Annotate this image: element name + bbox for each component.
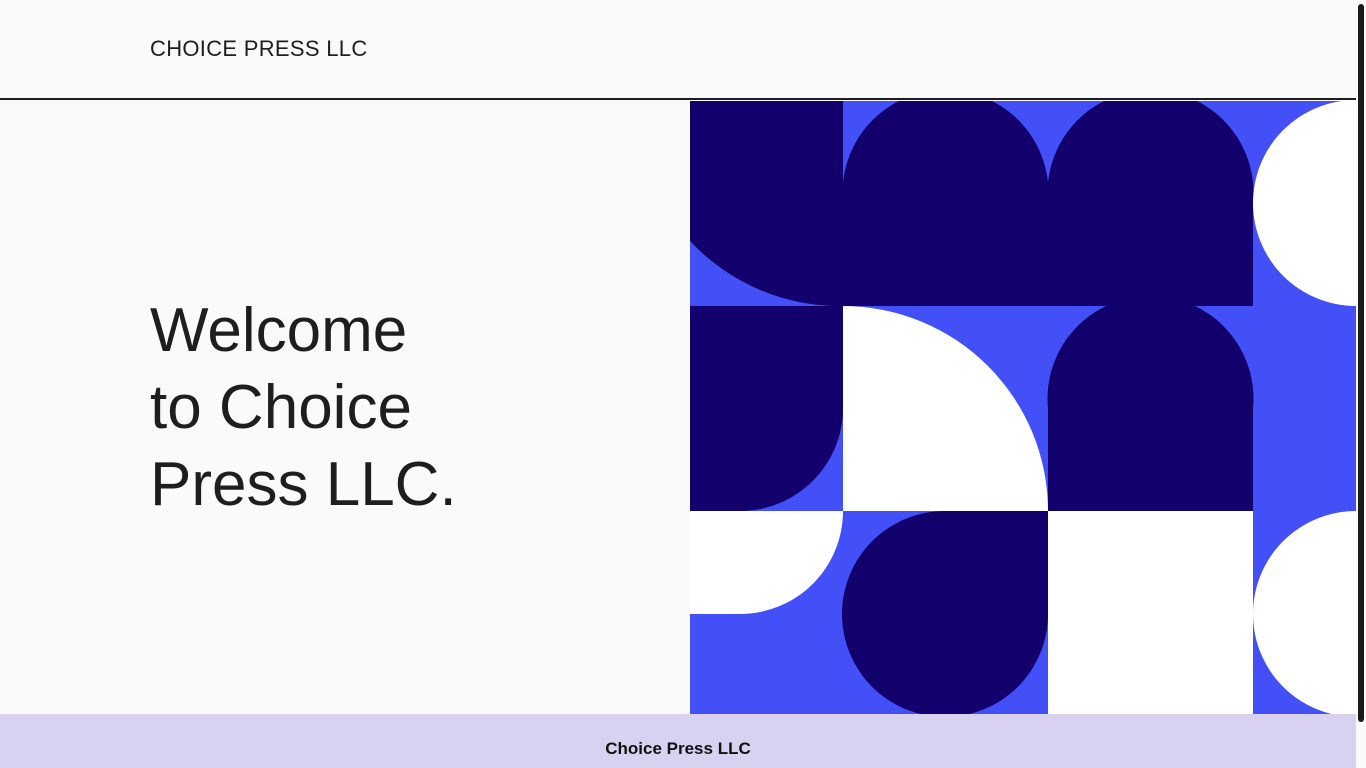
hero-heading: Welcome to Choice Press LLC. [150, 292, 650, 523]
pattern-shape-r3c3 [1048, 511, 1253, 714]
page: CHOICE PRESS LLC Welcome to Choice Press… [0, 0, 1366, 768]
pattern-shape-r1c2 [842, 101, 1049, 306]
site-header: CHOICE PRESS LLC [0, 0, 1356, 100]
hero-heading-line-1: Welcome [150, 296, 408, 365]
page-scrollbar[interactable] [1356, 0, 1366, 768]
hero-geometric-pattern-image [690, 101, 1356, 714]
footer-site-name: Choice Press LLC [605, 739, 751, 758]
hero-heading-line-3: Press LLC. [150, 450, 457, 519]
scrollbar-thumb[interactable] [1358, 4, 1364, 722]
pattern-shape-r1c3 [1047, 101, 1254, 306]
hero-heading-line-2: to Choice [150, 373, 412, 442]
site-title-link[interactable]: CHOICE PRESS LLC [150, 36, 368, 62]
site-footer: Choice Press LLC [0, 714, 1356, 768]
pattern-shape-r2c3 [1047, 295, 1254, 511]
pattern-shape-r3c2 [842, 511, 1048, 714]
